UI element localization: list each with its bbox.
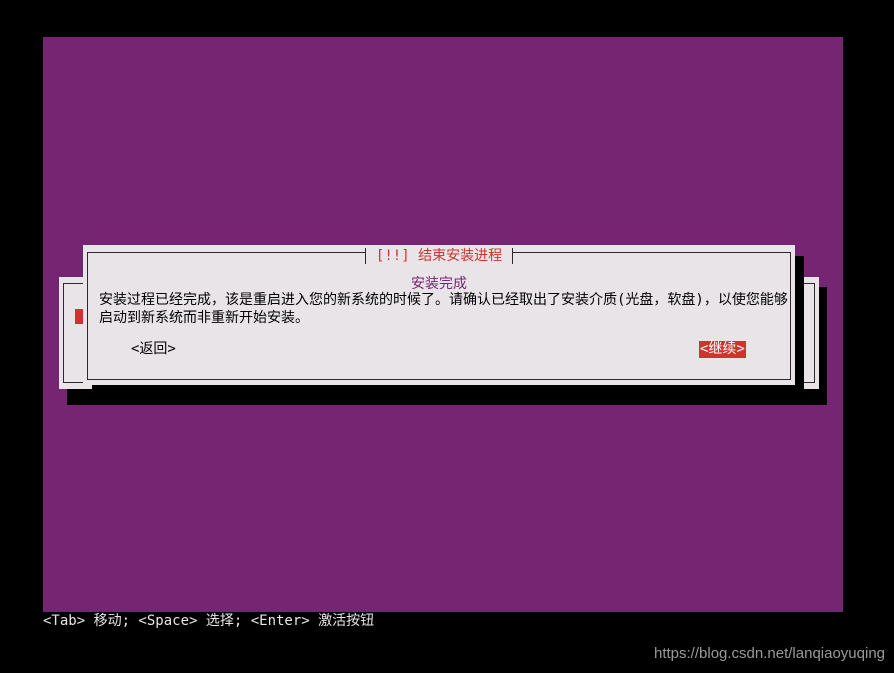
watermark: https://blog.csdn.net/lanqiaoyuqing — [654, 645, 885, 662]
dialog-title: [!!] 结束安装进程 — [364, 248, 514, 264]
progress-marker — [75, 309, 83, 324]
dialog-message: 安装过程已经完成，该是重启进入您的新系统的时候了。请确认已经取出了安装介质(光盘… — [99, 292, 788, 326]
keyboard-hint: <Tab> 移动; <Space> 选择; <Enter> 激活按钮 — [43, 613, 375, 629]
continue-button[interactable]: <继续> — [699, 341, 746, 358]
finish-install-dialog: [!!] 结束安装进程 安装完成 安装过程已经完成，该是重启进入您的新系统的时候… — [83, 245, 795, 385]
screen-edge — [835, 612, 843, 629]
back-button[interactable]: <返回> — [131, 341, 176, 358]
dialog-title-bar: [!!] 结束安装进程 — [83, 245, 795, 264]
